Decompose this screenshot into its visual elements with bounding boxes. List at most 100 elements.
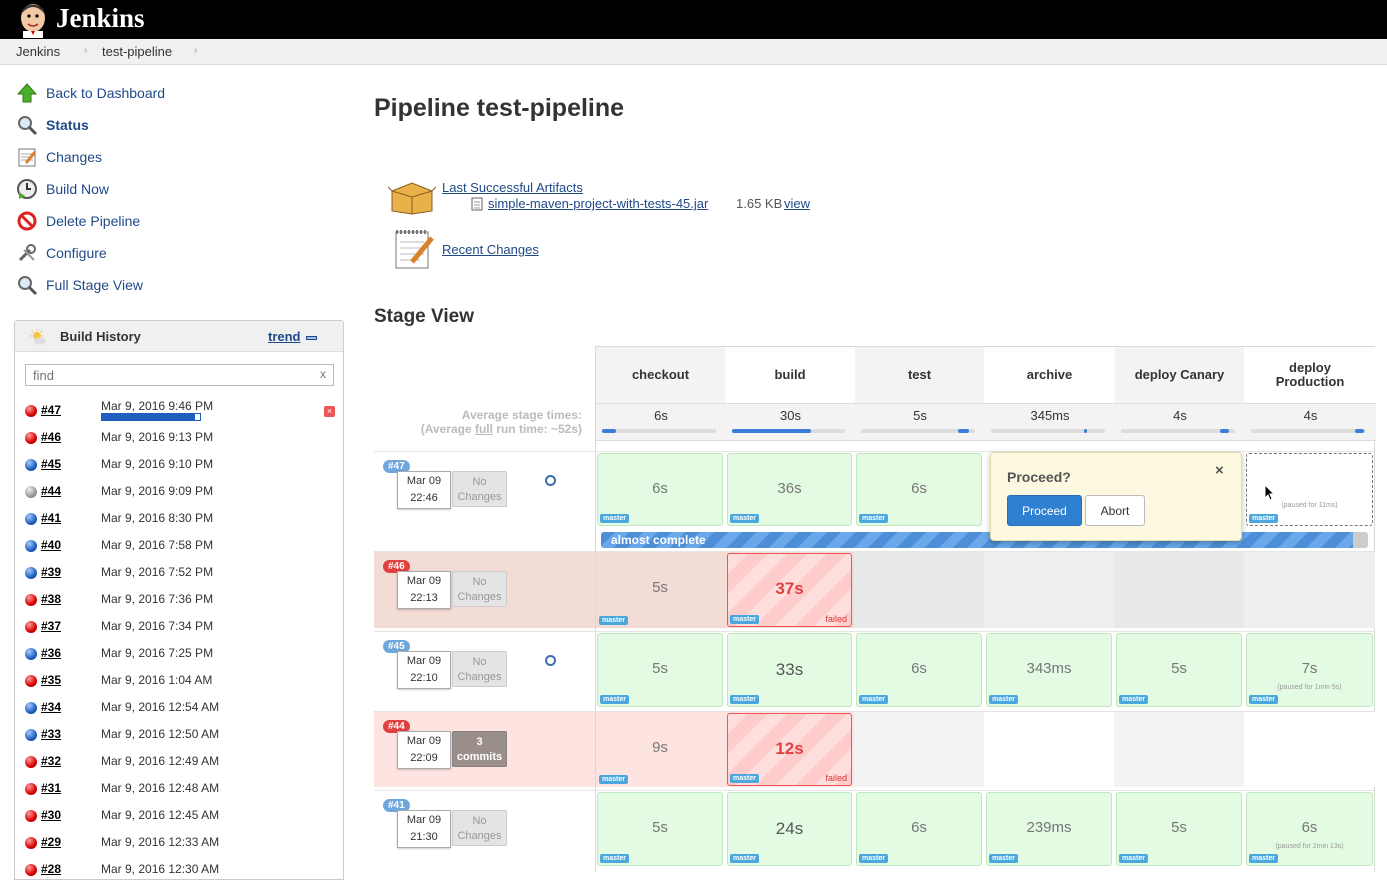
build-history-row[interactable]: #40 Mar 9, 2016 7:58 PM [23, 531, 343, 558]
task-label: Configure [46, 245, 107, 261]
stage-cell[interactable]: 5s master [597, 633, 723, 707]
task-full-stage-view[interactable]: Full Stage View [16, 274, 316, 298]
branch-tag: master [1249, 514, 1278, 523]
proceed-button[interactable]: Proceed [1007, 495, 1082, 526]
stage-cell[interactable]: 5s master [1116, 633, 1242, 707]
stage-average-fill [1354, 429, 1364, 433]
stage-cell[interactable]: 5s master [597, 792, 723, 866]
stage-cell[interactable]: 6s master [856, 453, 982, 526]
build-history-row[interactable]: #30 Mar 9, 2016 12:45 AM [23, 801, 343, 828]
build-number-link[interactable]: #30 [41, 808, 61, 822]
stage-cell[interactable]: 12s failed master [727, 713, 852, 786]
run-changes[interactable]: No Changes [452, 571, 507, 607]
stage-cell[interactable]: 24s master [727, 792, 852, 866]
clear-search-icon[interactable]: x [320, 367, 326, 381]
build-history-row[interactable]: #37 Mar 9, 2016 7:34 PM [23, 612, 343, 639]
build-status-ball-icon [25, 432, 37, 444]
breadcrumb-separator[interactable]: › [84, 45, 87, 56]
jenkins-butler-logo[interactable] [15, 1, 51, 38]
recent-changes-link[interactable]: Recent Changes [442, 242, 539, 257]
build-status-ball-icon [25, 486, 37, 498]
build-number-link[interactable]: #38 [41, 592, 61, 606]
stage-cell[interactable]: 36s master [727, 453, 852, 526]
task-label: Changes [46, 149, 103, 165]
build-history-row[interactable]: #33 Mar 9, 2016 12:50 AM [23, 720, 343, 747]
brand-name[interactable]: Jenkins [56, 2, 145, 35]
build-history-row[interactable]: #45 Mar 9, 2016 9:10 PM [23, 450, 343, 477]
build-number-link[interactable]: #44 [41, 484, 61, 498]
trend-minus-icon[interactable] [306, 336, 317, 340]
build-number-link[interactable]: #46 [41, 430, 61, 444]
artifact-view-link[interactable]: view [784, 196, 810, 211]
build-history-row[interactable]: #28 Mar 9, 2016 12:30 AM [23, 855, 343, 882]
build-number-link[interactable]: #41 [41, 511, 61, 525]
breadcrumb-test-pipeline[interactable]: test-pipeline [102, 44, 172, 59]
stage-cell[interactable]: 7s (paused for 1min 5s) master [1246, 633, 1373, 707]
full-run-time-link[interactable]: full [475, 422, 493, 436]
stage-cell[interactable]: 6s master [856, 633, 982, 707]
abort-button[interactable]: Abort [1085, 495, 1145, 526]
paused-clock-icon[interactable] [545, 475, 556, 486]
stage-cell[interactable]: 33s master [727, 633, 852, 707]
build-history-row[interactable]: #47 Mar 9, 2016 9:46 PM × [23, 396, 343, 423]
build-history-row[interactable]: #31 Mar 9, 2016 12:48 AM [23, 774, 343, 801]
build-number-link[interactable]: #31 [41, 781, 61, 795]
build-history-row[interactable]: #39 Mar 9, 2016 7:52 PM [23, 558, 343, 585]
run-changes[interactable]: No Changes [452, 471, 507, 507]
build-history-row[interactable]: #35 Mar 9, 2016 1:04 AM [23, 666, 343, 693]
stage-cell[interactable]: 5s master [1116, 792, 1242, 866]
run-changes[interactable]: No Changes [452, 651, 507, 687]
branch-tag: master [989, 695, 1018, 704]
trend-link[interactable]: trend [268, 329, 301, 344]
stage-cell[interactable]: 6s master [856, 792, 982, 866]
build-number-link[interactable]: #36 [41, 646, 61, 660]
build-number-link[interactable]: #47 [41, 403, 61, 417]
build-history-row[interactable]: #36 Mar 9, 2016 7:25 PM [23, 639, 343, 666]
popup-close-icon[interactable]: × [1215, 462, 1224, 479]
build-number-link[interactable]: #40 [41, 538, 61, 552]
last-successful-artifacts-link[interactable]: Last Successful Artifacts [442, 180, 583, 195]
build-search-input[interactable] [25, 364, 334, 386]
build-number-link[interactable]: #35 [41, 673, 61, 687]
task-back-to-dashboard[interactable]: Back to Dashboard [16, 82, 316, 106]
run-time: 22:13 [410, 592, 438, 604]
build-date: Mar 9, 2016 7:58 PM [101, 538, 214, 552]
build-date: Mar 9, 2016 7:36 PM [101, 592, 214, 606]
build-number-link[interactable]: #45 [41, 457, 61, 471]
task-configure[interactable]: Configure [16, 242, 316, 266]
breadcrumb-separator[interactable]: › [194, 45, 197, 56]
cancel-build-icon[interactable]: × [324, 406, 335, 417]
build-history-row[interactable]: #38 Mar 9, 2016 7:36 PM [23, 585, 343, 612]
stage-cell[interactable]: 6s (paused for 2min 13s) master [1246, 792, 1373, 866]
build-number-link[interactable]: #32 [41, 754, 61, 768]
stage-cell[interactable]: 6s master [597, 453, 723, 526]
task-delete-pipeline[interactable]: Delete Pipeline [16, 210, 316, 234]
task-status[interactable]: Status [16, 114, 316, 138]
build-history-row[interactable]: #32 Mar 9, 2016 12:49 AM [23, 747, 343, 774]
stage-cell[interactable]: 239ms master [986, 792, 1112, 866]
breadcrumb-jenkins[interactable]: Jenkins [16, 44, 60, 59]
stage-cell[interactable]: 343ms master [986, 633, 1112, 707]
build-number-link[interactable]: #33 [41, 727, 61, 741]
build-history-row[interactable]: #46 Mar 9, 2016 9:13 PM [23, 423, 343, 450]
stage-cell[interactable]: 5s master [597, 553, 723, 627]
build-history-row[interactable]: #44 Mar 9, 2016 9:09 PM [23, 477, 343, 504]
file-icon [471, 197, 483, 211]
stage-average-fill [1084, 429, 1087, 433]
run-changes[interactable]: No Changes [452, 810, 507, 846]
stage-cell[interactable]: 9s master [597, 713, 723, 786]
build-number-link[interactable]: #34 [41, 700, 61, 714]
build-history-row[interactable]: #29 Mar 9, 2016 12:33 AM [23, 828, 343, 855]
build-history-row[interactable]: #41 Mar 9, 2016 8:30 PM [23, 504, 343, 531]
artifact-file-link[interactable]: simple-maven-project-with-tests-45.jar [488, 196, 708, 211]
build-number-link[interactable]: #28 [41, 862, 61, 876]
build-number-link[interactable]: #39 [41, 565, 61, 579]
stage-cell[interactable]: 37s failed master [727, 553, 852, 627]
run-changes[interactable]: 3 commits [452, 731, 507, 767]
build-number-link[interactable]: #37 [41, 619, 61, 633]
task-changes[interactable]: Changes [16, 146, 316, 170]
task-build-now[interactable]: Build Now [16, 178, 316, 202]
build-number-link[interactable]: #29 [41, 835, 61, 849]
paused-clock-icon[interactable] [545, 655, 556, 666]
build-history-row[interactable]: #34 Mar 9, 2016 12:54 AM [23, 693, 343, 720]
